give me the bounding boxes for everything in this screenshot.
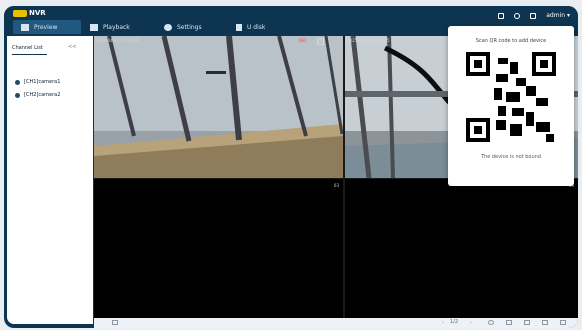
- camera-status-icon: [15, 92, 20, 98]
- sidebar-item-camera1[interactable]: [CH1]camera1: [15, 79, 60, 85]
- tab-playback-label: Playback: [103, 23, 130, 31]
- prev-icon[interactable]: ‹: [442, 320, 444, 326]
- layout-1-icon[interactable]: [506, 320, 512, 325]
- camera3-channel-label: 03: [333, 183, 339, 188]
- collapse-sidebar-button[interactable]: <<: [68, 44, 76, 50]
- camera1-timestamp: 2025-04-25 17:35:06: [96, 38, 139, 43]
- page-indicator: 1/2: [450, 319, 459, 325]
- tab-u-disk-label: U disk: [247, 23, 266, 31]
- device-icon[interactable]: [514, 12, 521, 19]
- usb-icon: [236, 23, 242, 31]
- header-actions: admin ▾: [498, 12, 570, 19]
- camera-label: [CH2]camera2: [24, 92, 61, 98]
- channel-sidebar: Channel List << [CH1]camera1 [CH2]camera…: [7, 36, 93, 324]
- tab-u-disk[interactable]: U disk: [236, 20, 278, 34]
- chevron-down-icon: ▾: [566, 12, 570, 19]
- tab-playback[interactable]: Playback: [90, 20, 146, 34]
- grid-divider-vertical: [343, 36, 345, 318]
- qr-code-popup: Scan QR code to add device The device is…: [448, 26, 574, 186]
- snapshot-icon[interactable]: [488, 320, 494, 325]
- logo-mark: [13, 9, 27, 17]
- logo-text: NVR: [29, 9, 46, 17]
- qr-popup-title: Scan QR code to add device: [475, 38, 547, 44]
- qr-code-icon: [466, 52, 556, 142]
- user-name: admin: [546, 12, 566, 19]
- next-icon[interactable]: ›: [470, 320, 472, 326]
- save-icon[interactable]: [498, 12, 505, 19]
- volume-icon[interactable]: [112, 320, 118, 325]
- video-cell-4[interactable]: 04: [345, 179, 578, 318]
- device-bound-status: The device is not bound: [480, 154, 541, 160]
- camera-icon: [21, 23, 29, 31]
- tab-preview-label: Preview: [34, 23, 58, 31]
- layout-4-icon[interactable]: [524, 320, 530, 325]
- camera1-channel-label: 01: [317, 38, 324, 45]
- camera1-feed: [94, 36, 343, 178]
- tab-preview[interactable]: Preview: [13, 20, 81, 34]
- tab-settings[interactable]: Settings: [164, 20, 220, 34]
- video-cell-3[interactable]: 03: [94, 179, 343, 318]
- lock-icon[interactable]: [530, 12, 537, 19]
- user-menu[interactable]: admin ▾: [546, 12, 570, 19]
- tab-settings-label: Settings: [177, 23, 202, 31]
- app-logo: NVR: [13, 9, 46, 17]
- playback-icon: [90, 23, 98, 31]
- gear-icon: [164, 23, 172, 31]
- playback-controls-bar: ‹ 1/2 ›: [94, 318, 578, 328]
- fullscreen-icon[interactable]: [560, 320, 566, 325]
- channel-list-title: Channel List: [12, 45, 43, 51]
- channel-list-underline: [12, 54, 47, 55]
- camera-label: [CH1]camera1: [24, 79, 61, 85]
- video-cell-1[interactable]: 2025-04-25 17:35:06 REC 01: [94, 36, 343, 178]
- camera2-timestamp: 2025-04-25 17:35:05: [347, 38, 390, 43]
- layout-9-icon[interactable]: [542, 320, 548, 325]
- camera1-rec-indicator: REC: [299, 38, 308, 43]
- camera-status-icon: [15, 79, 20, 85]
- sidebar-item-camera2[interactable]: [CH2]camera2: [15, 92, 60, 98]
